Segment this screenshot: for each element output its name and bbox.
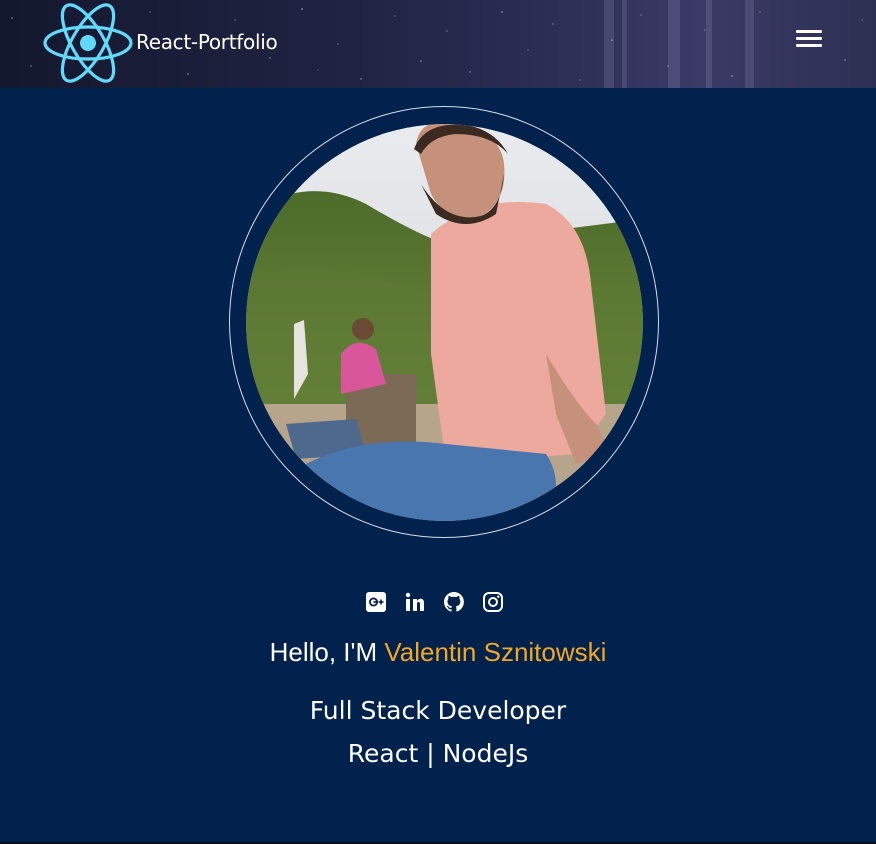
greeting: Hello, I'M Valentin Sznitowski: [0, 637, 876, 668]
author-name: Valentin Sznitowski: [384, 637, 607, 667]
instagram-icon[interactable]: [481, 590, 505, 614]
brand-title[interactable]: React-Portfolio: [136, 30, 278, 54]
tech-stack: React | NodeJs: [347, 739, 529, 768]
react-atom-icon[interactable]: [42, 2, 134, 84]
profile-photo: [246, 124, 643, 521]
hamburger-menu-icon[interactable]: [790, 27, 826, 51]
github-icon[interactable]: [442, 590, 466, 614]
social-links: [364, 590, 514, 616]
google-plus-icon[interactable]: [364, 590, 388, 614]
role-title: Full Stack Developer: [309, 696, 567, 725]
navbar: React-Portfolio: [0, 0, 876, 88]
greeting-text: Hello, I'M: [269, 637, 385, 667]
linkedin-icon[interactable]: [403, 590, 427, 614]
